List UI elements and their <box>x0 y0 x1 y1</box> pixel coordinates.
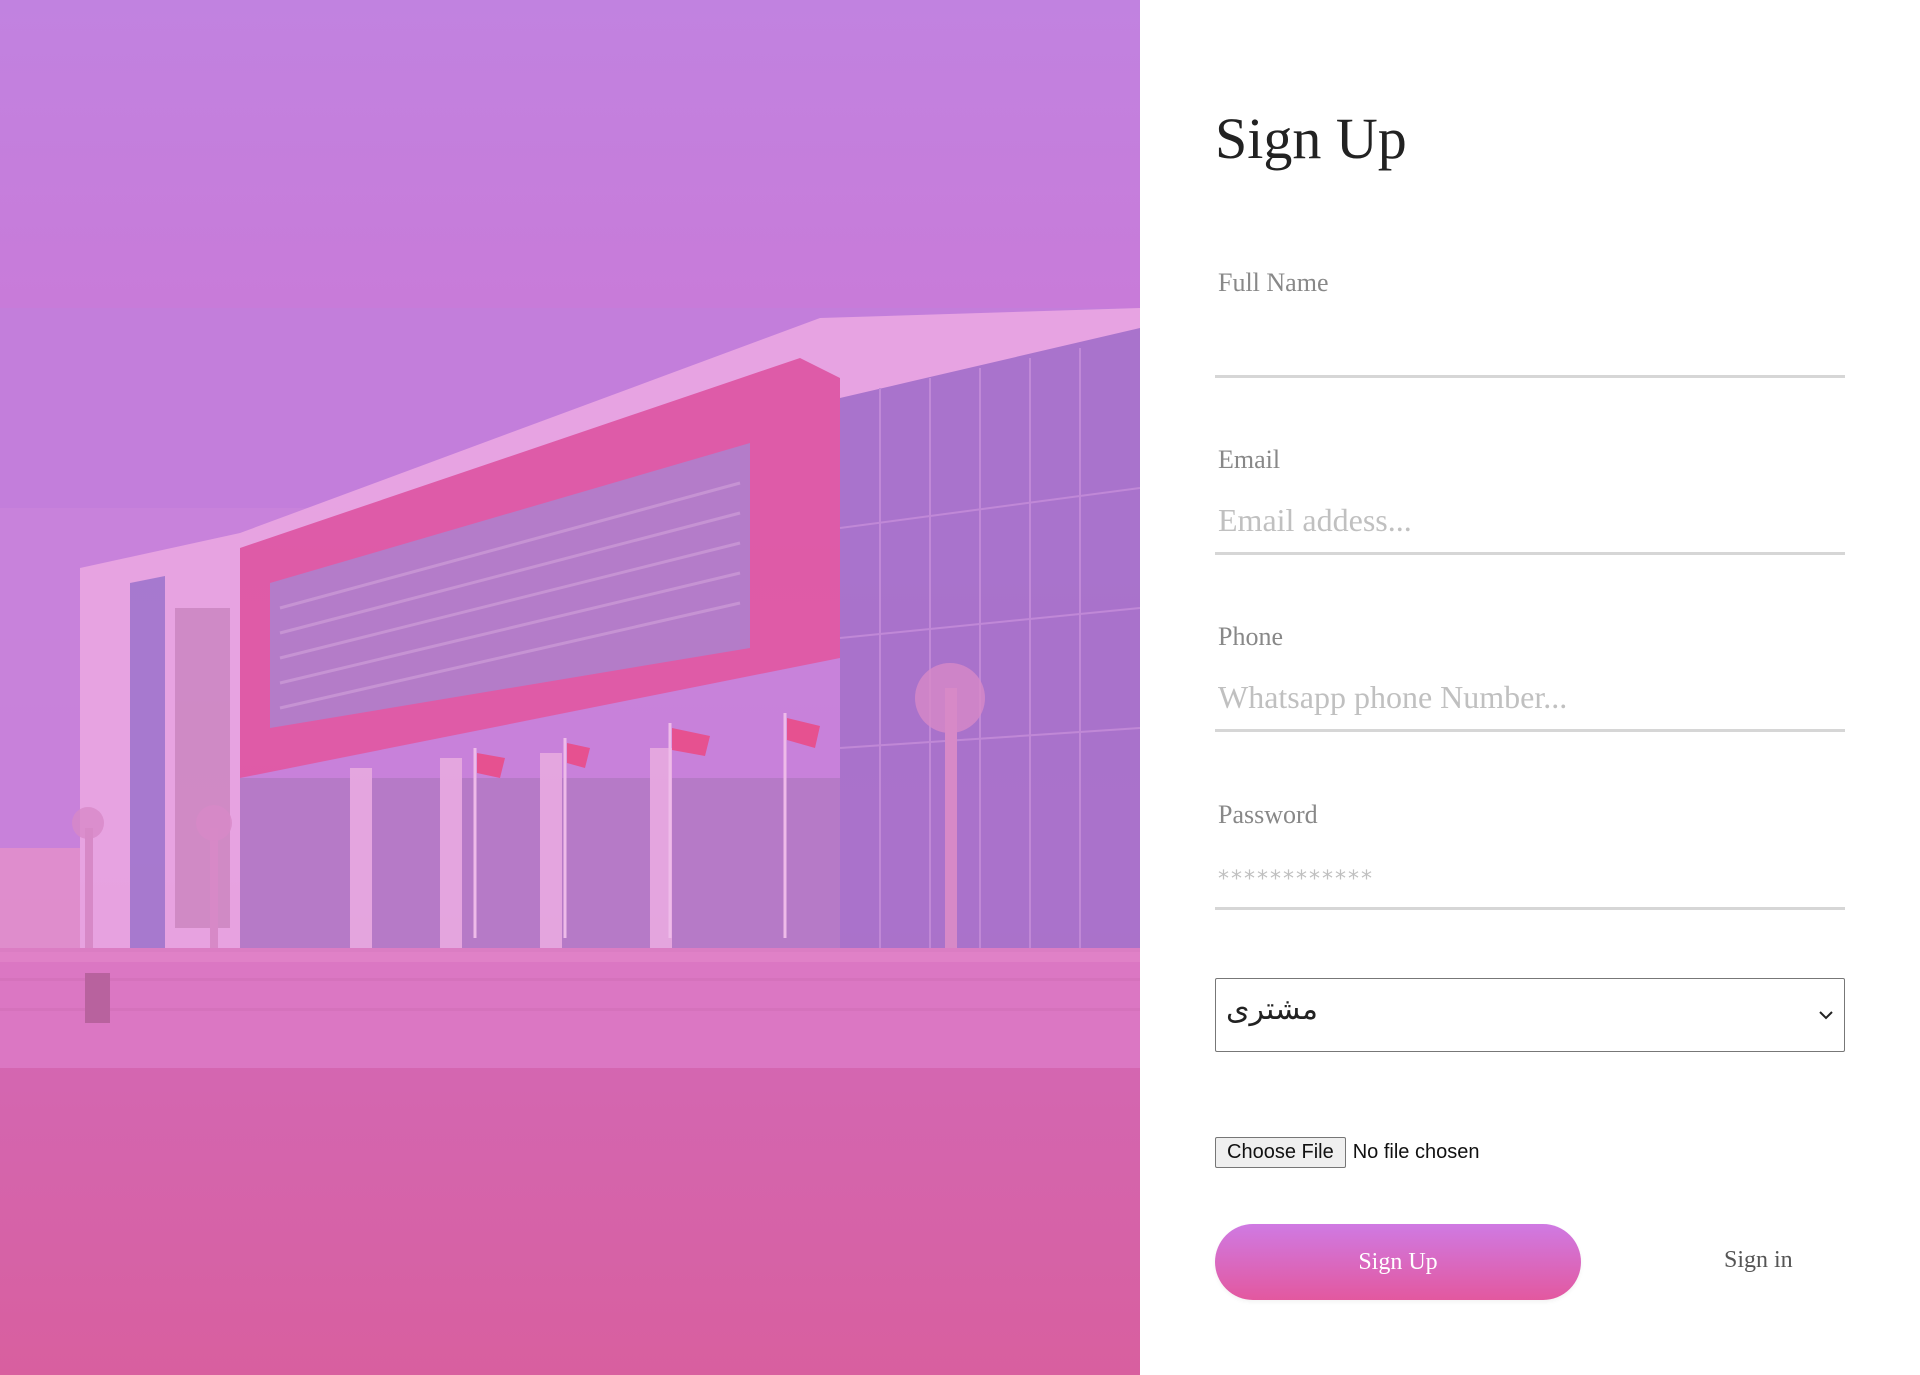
role-select[interactable]: مشترى <box>1215 978 1845 1052</box>
hero-panel <box>0 0 1140 1375</box>
choose-file-button[interactable]: Choose File <box>1215 1136 1346 1168</box>
signin-link[interactable]: Sign in <box>1724 1247 1793 1274</box>
phone-label: Phone <box>1218 622 1283 651</box>
password-label: Password <box>1218 800 1318 829</box>
email-label: Email <box>1218 445 1281 474</box>
signup-form-panel: Sign Up Full Name Email Phone Password م… <box>1140 0 1920 1375</box>
password-input[interactable] <box>1215 844 1845 910</box>
signup-button[interactable]: Sign Up <box>1215 1224 1581 1300</box>
file-status-text: No file chosen <box>1352 1140 1480 1163</box>
phone-field: Phone <box>1215 622 1845 752</box>
password-field: Password <box>1215 800 1845 930</box>
email-field: Email <box>1215 445 1845 575</box>
chevron-down-icon <box>1819 1011 1833 1020</box>
phone-input[interactable] <box>1215 666 1845 732</box>
file-upload: Choose File No file chosen <box>1215 1136 1479 1168</box>
full-name-field: Full Name <box>1215 268 1845 398</box>
role-select-value: مشترى <box>1226 992 1318 1027</box>
page-title: Sign Up <box>1215 106 1407 171</box>
full-name-input[interactable] <box>1215 312 1845 378</box>
full-name-label: Full Name <box>1218 268 1329 297</box>
email-input[interactable] <box>1215 489 1845 555</box>
campus-building-image <box>0 308 1140 1068</box>
signup-page: Sign Up Full Name Email Phone Password م… <box>0 0 1920 1375</box>
